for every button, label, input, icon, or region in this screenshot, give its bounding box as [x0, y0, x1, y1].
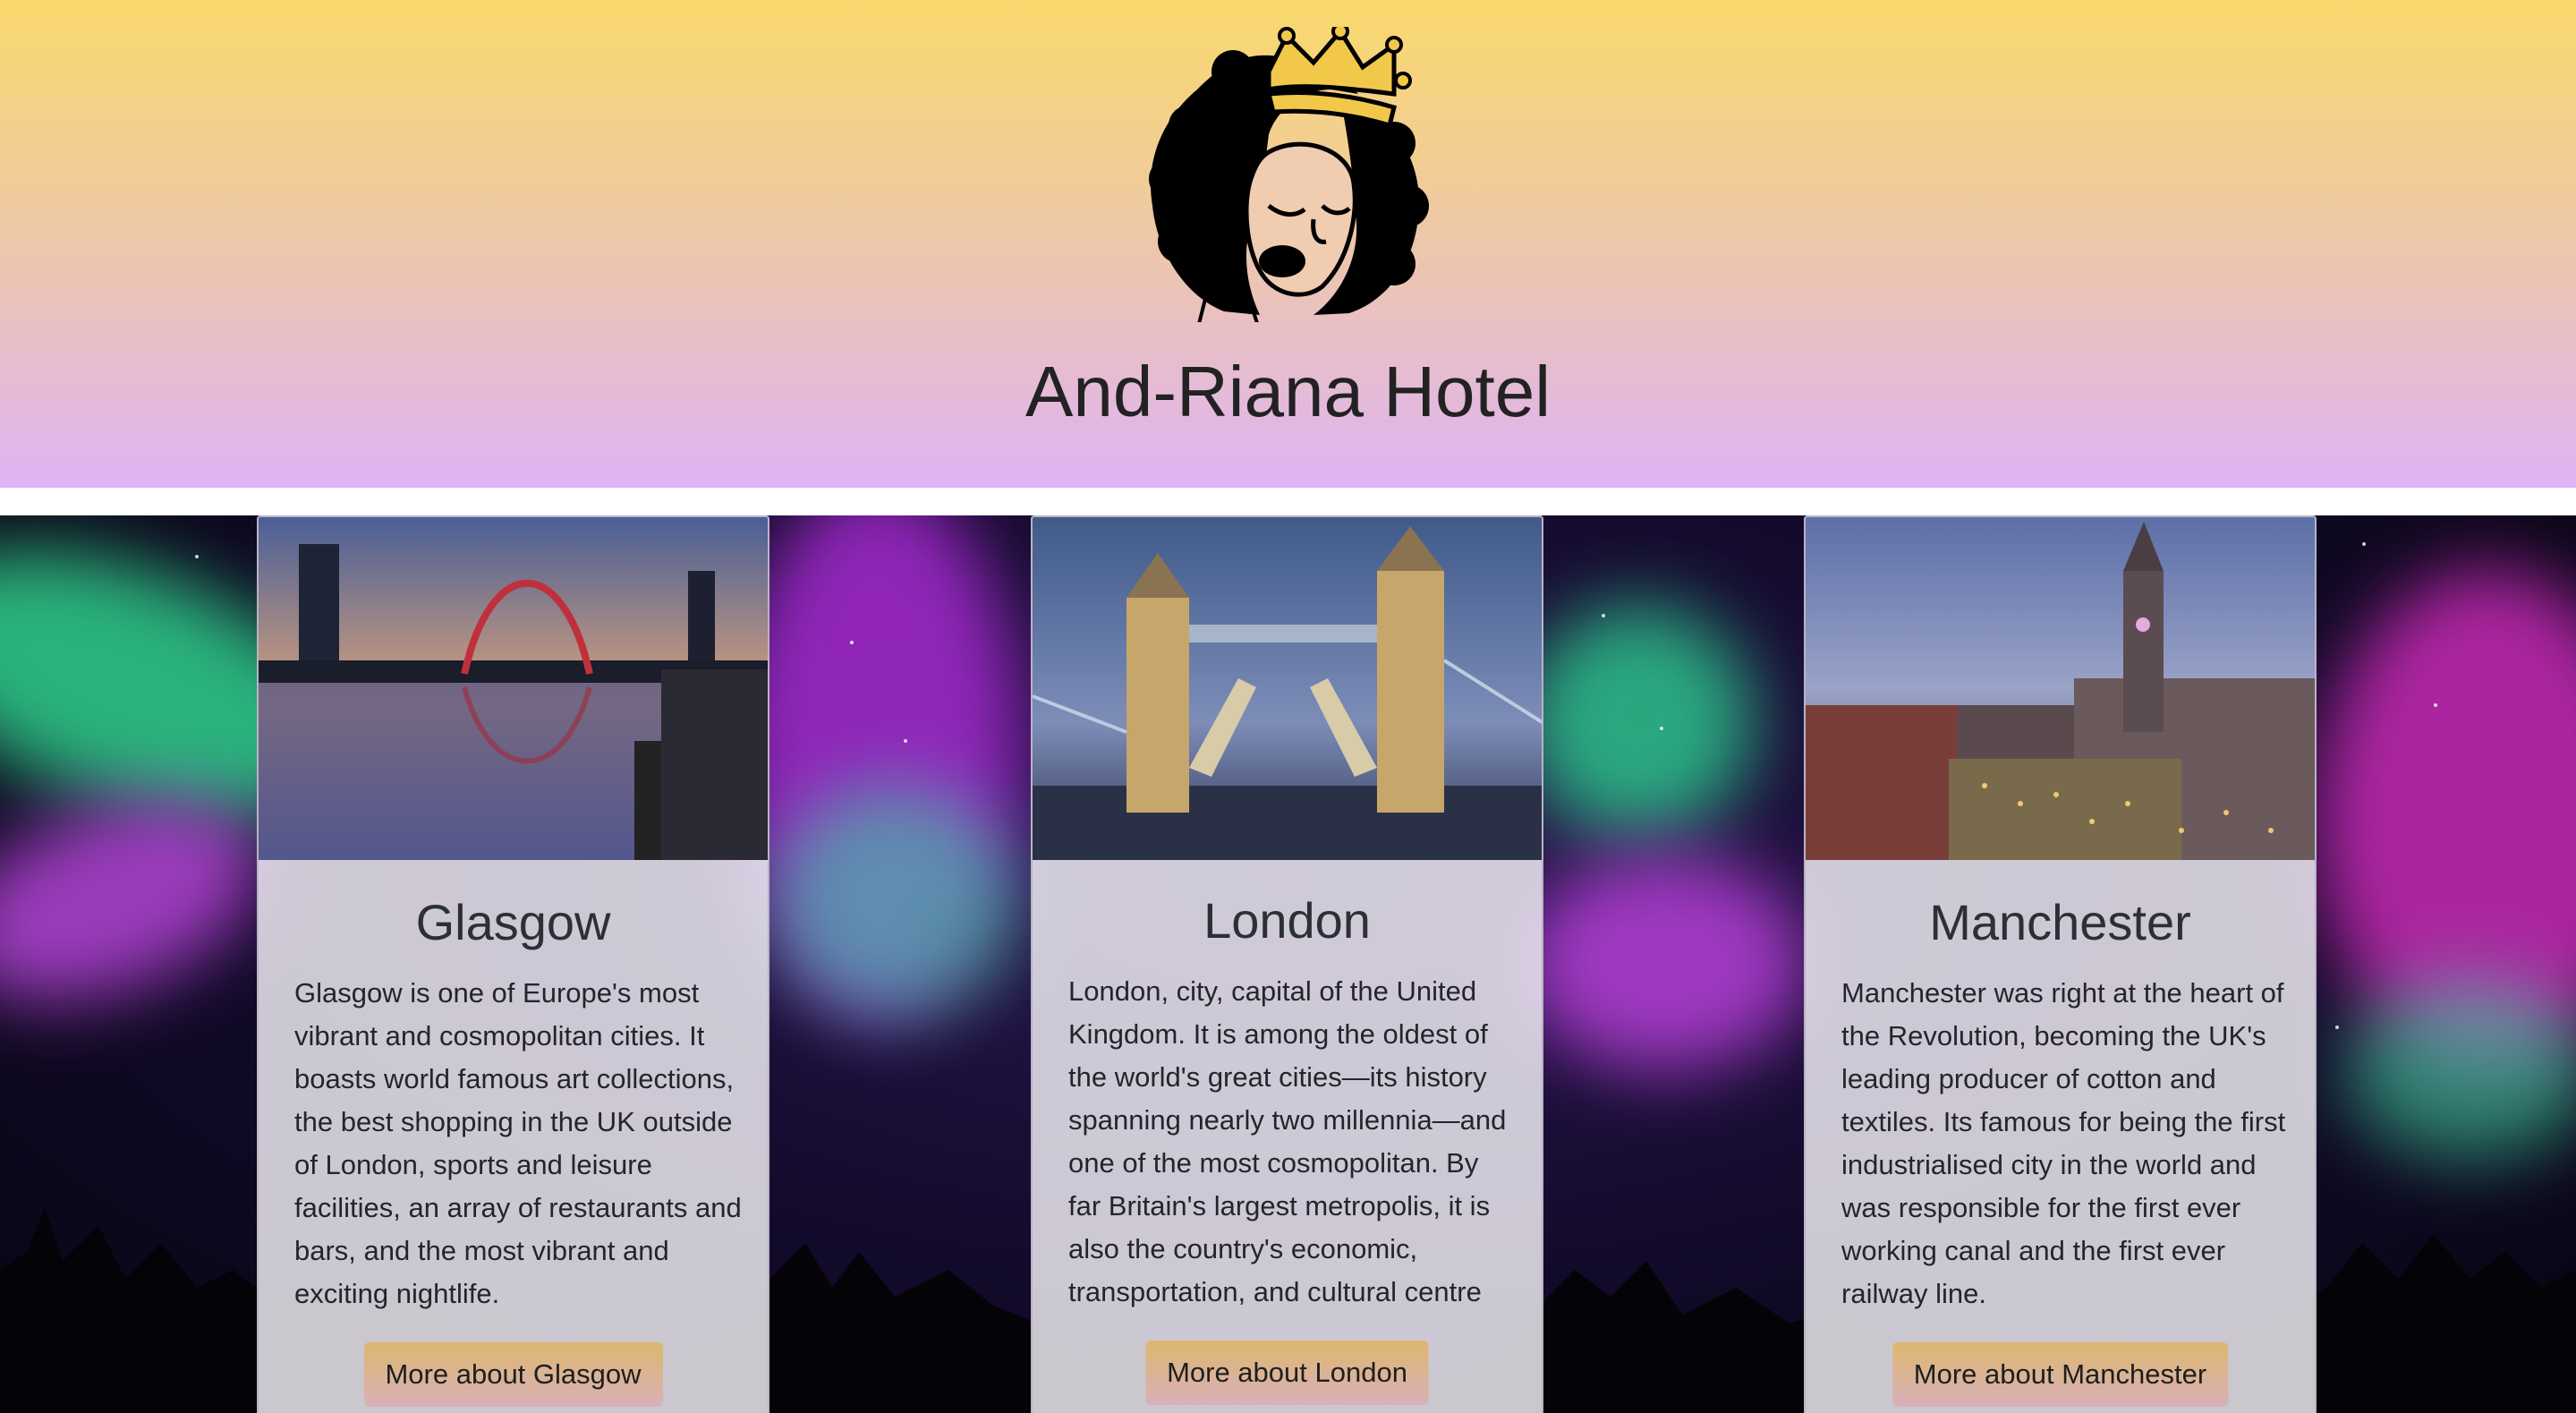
- aurora-glow: [1521, 855, 1807, 1070]
- star: [2434, 703, 2437, 707]
- card-description: Glasgow is one of Europe's most vibrant …: [294, 977, 742, 1309]
- manchester-photo: [1806, 517, 2315, 860]
- card-title: Manchester: [1929, 894, 2191, 950]
- star: [195, 555, 199, 558]
- star: [2335, 1026, 2339, 1029]
- more-about-manchester-button[interactable]: More about Manchester: [1892, 1342, 2229, 1407]
- star: [850, 641, 854, 644]
- aurora-glow: [769, 784, 1020, 1017]
- more-about-glasgow-button[interactable]: More about Glasgow: [363, 1342, 663, 1407]
- hotel-title: And-Riana Hotel: [1025, 352, 1551, 431]
- destination-card-manchester: Manchester Manchester was right at the h…: [1804, 515, 2317, 1413]
- london-photo: [1033, 517, 1542, 860]
- star: [904, 739, 907, 743]
- site-header: And-Riana Hotel: [0, 0, 2576, 488]
- star: [2362, 542, 2366, 546]
- card-description: London, city, capital of the United King…: [1068, 975, 1507, 1307]
- crowned-woman-logo-icon: [1149, 27, 1429, 322]
- card-description: Manchester was right at the heart of the…: [1841, 977, 2286, 1309]
- glasgow-photo: [259, 517, 768, 860]
- card-title: Glasgow: [415, 894, 611, 950]
- card-title: London: [1203, 892, 1371, 949]
- aurora-glow: [1521, 605, 1754, 838]
- star: [1602, 614, 1605, 617]
- star: [1660, 727, 1663, 730]
- destination-card-glasgow: Glasgow Glasgow is one of Europe's most …: [257, 515, 769, 1413]
- more-about-london-button[interactable]: More about London: [1145, 1341, 1429, 1405]
- destinations-section: Glasgow Glasgow is one of Europe's most …: [0, 515, 2576, 1413]
- destination-card-london: London London, city, capital of the Unit…: [1031, 515, 1543, 1413]
- aurora-glow: [2344, 981, 2576, 1160]
